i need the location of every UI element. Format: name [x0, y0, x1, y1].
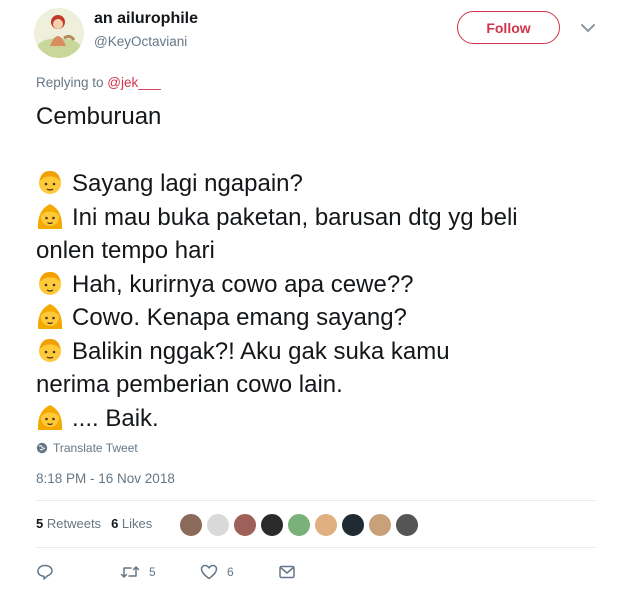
liker-avatar[interactable]	[368, 513, 392, 537]
liker-avatars	[179, 513, 419, 537]
liker-avatar[interactable]	[314, 513, 338, 537]
heart-icon	[200, 564, 218, 580]
liker-avatar[interactable]	[206, 513, 230, 537]
tweet-line-text: Cemburuan	[36, 103, 162, 130]
tweet-line: Hah, kurirnya cowo apa cewe??	[36, 268, 606, 302]
liker-avatar[interactable]	[233, 513, 257, 537]
author-name[interactable]: an ailurophile	[94, 10, 198, 28]
liker-avatar[interactable]	[260, 513, 284, 537]
engagement-stats: 5 Retweets 6 Likes	[36, 516, 152, 531]
like-count: 6	[227, 565, 234, 579]
tweet-line-text: Hah, kurirnya cowo apa cewe??	[72, 270, 414, 298]
tweet-line: .... Baik.	[36, 402, 606, 436]
tweet-line: Ini mau buka paketan, barusan dtg yg bel…	[36, 201, 606, 235]
tweet-line: Sayang lagi ngapain?	[36, 167, 606, 201]
tweet-line: Balikin nggak?! Aku gak suka kamu	[36, 335, 606, 369]
tweet-text: Cemburuan Sayang lagi ngapain? Ini mau buk…	[36, 100, 606, 435]
tweet-line: onlen tempo hari	[36, 234, 606, 268]
globe-icon	[36, 442, 48, 454]
woman-icon	[36, 302, 64, 330]
tweet-line-text: Sayang lagi ngapain?	[72, 170, 303, 197]
reply-mention-link[interactable]: @jek___	[107, 75, 161, 90]
like-button[interactable]: 6	[200, 563, 234, 581]
divider	[36, 500, 597, 501]
tweet-actions: 5 6	[36, 563, 336, 583]
tweet-line: Cemburuan	[36, 100, 606, 134]
tweet-line: Cowo. Kenapa emang sayang?	[36, 301, 606, 335]
author-handle[interactable]: @KeyOctaviani	[94, 34, 187, 49]
reply-context: Replying to @jek___	[36, 75, 161, 90]
liker-avatar[interactable]	[395, 513, 419, 537]
likes-count: 6	[111, 516, 119, 531]
retweets-stat[interactable]: 5 Retweets	[36, 516, 101, 531]
liker-avatar[interactable]	[341, 513, 365, 537]
liker-avatar[interactable]	[287, 513, 311, 537]
reply-button[interactable]	[36, 563, 63, 581]
tweet-line-text: onlen tempo hari	[36, 237, 215, 264]
divider	[36, 547, 597, 548]
timestamp[interactable]: 8:18 PM - 16 Nov 2018	[36, 471, 175, 486]
woman-icon	[36, 403, 64, 431]
likes-stat[interactable]: 6 Likes	[111, 516, 152, 531]
envelope-icon	[279, 565, 295, 579]
tweet-line-text: Balikin nggak?! Aku gak suka kamu	[72, 337, 450, 365]
retweets-label: Retweets	[46, 516, 102, 531]
avatar[interactable]	[34, 8, 84, 58]
tweet-line-text: nerima pemberian cowo lain.	[36, 371, 343, 398]
man-icon	[36, 269, 64, 297]
reply-prefix: Replying to	[36, 75, 108, 90]
translate-label: Translate Tweet	[53, 441, 138, 455]
direct-message-button[interactable]	[278, 563, 296, 581]
translate-tweet-link[interactable]: Translate Tweet	[36, 441, 138, 455]
tweet-line-text: Ini mau buka paketan, barusan dtg yg bel…	[72, 203, 518, 231]
follow-button[interactable]: Follow	[457, 11, 560, 44]
man-icon	[36, 336, 64, 364]
retweet-icon	[120, 566, 140, 578]
tweet-line: nerima pemberian cowo lain.	[36, 368, 606, 402]
retweets-count: 5	[36, 516, 44, 531]
tweet-line-text: .... Baik.	[72, 404, 159, 432]
retweet-count: 5	[149, 565, 156, 579]
tweet-line-text: Cowo. Kenapa emang sayang?	[72, 304, 407, 331]
likes-label: Likes	[121, 516, 153, 531]
man-icon	[36, 168, 64, 196]
woman-icon	[36, 202, 64, 230]
tweet-line	[36, 134, 606, 168]
liker-avatar[interactable]	[179, 513, 203, 537]
avatar-image	[37, 15, 81, 58]
chevron-down-icon[interactable]	[580, 22, 596, 34]
retweet-button[interactable]: 5	[120, 563, 156, 581]
reply-icon	[37, 564, 53, 580]
